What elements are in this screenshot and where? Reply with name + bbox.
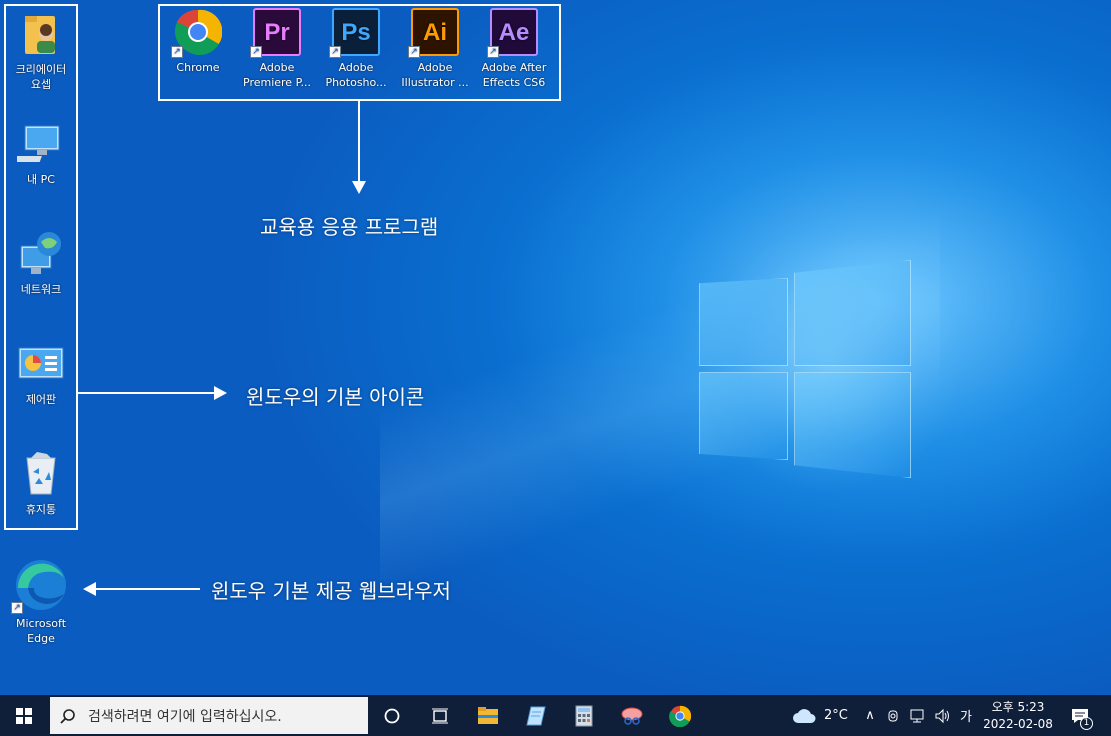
network-tray-icon[interactable]	[910, 708, 926, 724]
shortcut-arrow-icon: ↗	[487, 46, 499, 58]
desktop-icon-label: Chrome	[176, 61, 220, 74]
annotation-arrow-right-head	[214, 386, 227, 400]
desktop-icon-recycle-bin[interactable]: 휴지통	[2, 450, 80, 517]
desktop-icon-after-effects[interactable]: Ae ↗ Adobe After Effects CS6	[475, 8, 553, 90]
desktop-icon-label: 휴지통	[25, 503, 57, 516]
desktop-icon-label: Adobe Premiere P...	[243, 61, 311, 89]
desktop-icon-user-folder[interactable]: 크리에이터 요셉	[2, 10, 80, 92]
windows-logo-pane-bl	[699, 372, 788, 460]
action-center-button[interactable]: 1	[1066, 695, 1094, 736]
desktop-icon-chrome[interactable]: ↗ Chrome	[159, 8, 237, 75]
illustrator-icon: Ai ↗	[408, 8, 459, 58]
desktop-icon-control-panel[interactable]: 제어판	[2, 340, 80, 407]
desktop-icon-edge[interactable]: ↗ Microsoft Edge	[2, 558, 80, 646]
annotation-edu-programs: 교육용 응용 프로그램	[260, 215, 439, 239]
calculator-icon	[575, 705, 593, 726]
chevron-up-icon[interactable]: ∧	[862, 708, 878, 723]
taskbar-notepad[interactable]	[512, 695, 560, 736]
desktop-icon-label: 네트워크	[20, 283, 62, 296]
meet-now-icon[interactable]	[886, 708, 902, 724]
desktop-icon-network[interactable]: 네트워크	[2, 230, 80, 297]
desktop-icon-label: 크리에이터 요셉	[15, 63, 67, 91]
network-icon	[17, 230, 65, 278]
shortcut-arrow-icon: ↗	[171, 46, 183, 58]
notification-badge: 1	[1080, 717, 1093, 730]
clock-time: 오후 5:23	[991, 699, 1045, 714]
desktop-icon-label: Microsoft Edge	[15, 617, 67, 645]
volume-icon[interactable]	[934, 708, 952, 724]
taskbar-chrome[interactable]	[656, 695, 704, 736]
premiere-icon: Pr ↗	[250, 8, 301, 58]
clock-date: 2022-02-08	[983, 716, 1053, 731]
desktop-icon-photoshop[interactable]: Ps ↗ Adobe Photosho...	[317, 8, 395, 90]
taskbar: 검색하려면 여기에 입력하십시오. 2°C ∧ 가 오후 5:23 2022-0…	[0, 695, 1111, 736]
start-button[interactable]	[0, 695, 48, 736]
desktop-icon-label: Adobe Illustrator ...	[401, 61, 469, 89]
recycle-bin-icon	[17, 450, 65, 498]
windows-logo-pane-tr	[794, 260, 911, 366]
shortcut-arrow-icon: ↗	[329, 46, 341, 58]
photoshop-icon: Ps ↗	[329, 8, 380, 58]
desktop-icon-my-pc[interactable]: 내 PC	[2, 120, 80, 187]
file-explorer-icon	[478, 706, 498, 724]
annotation-arrow-down-line	[358, 101, 360, 183]
shortcut-arrow-icon: ↗	[408, 46, 420, 58]
cloud-icon	[793, 708, 816, 723]
taskbar-file-explorer[interactable]	[464, 695, 512, 736]
snipping-tool-icon	[621, 707, 643, 725]
user-folder-icon	[17, 10, 65, 58]
shortcut-arrow-icon: ↗	[11, 602, 23, 614]
chrome-taskbar-icon	[669, 705, 691, 727]
shortcut-arrow-icon: ↗	[250, 46, 262, 58]
desktop: 크리에이터 요셉 내 PC 네트워크 제어판 휴지통 ↗ Chrome Pr ↗…	[0, 0, 1111, 695]
chrome-icon: ↗	[171, 8, 223, 58]
annotation-basic-icons: 윈도우의 기본 아이콘	[246, 385, 425, 409]
computer-icon	[5, 120, 65, 168]
clock[interactable]: 오후 5:23 2022-02-08	[980, 695, 1056, 736]
desktop-icon-premiere[interactable]: Pr ↗ Adobe Premiere P...	[238, 8, 316, 90]
task-view-button[interactable]	[416, 695, 464, 736]
taskbar-search-box[interactable]: 검색하려면 여기에 입력하십시오.	[50, 697, 368, 734]
desktop-icon-label: Adobe After Effects CS6	[481, 61, 547, 89]
cortana-button[interactable]	[368, 695, 416, 736]
desktop-icon-label: 내 PC	[27, 173, 55, 186]
search-placeholder: 검색하려면 여기에 입력하십시오.	[88, 708, 282, 725]
annotation-arrow-left-line	[94, 588, 200, 590]
desktop-icon-label: 제어판	[25, 393, 57, 406]
annotation-arrow-right-line	[78, 392, 216, 394]
edge-icon: ↗	[11, 558, 68, 614]
system-tray: ∧ 가	[862, 695, 972, 736]
taskbar-snipping-tool[interactable]	[608, 695, 656, 736]
desktop-icon-illustrator[interactable]: Ai ↗ Adobe Illustrator ...	[396, 8, 474, 90]
search-icon	[60, 708, 75, 724]
task-view-icon	[432, 708, 448, 723]
cortana-circle-icon	[384, 708, 400, 723]
weather-widget[interactable]: 2°C	[792, 695, 848, 736]
weather-temp: 2°C	[824, 708, 848, 723]
after-effects-icon: Ae ↗	[487, 8, 538, 58]
notepad-icon	[526, 706, 546, 725]
windows-start-icon	[16, 707, 32, 724]
windows-logo-pane-br	[794, 372, 911, 478]
windows-logo-pane-tl	[699, 278, 788, 366]
control-panel-icon	[17, 340, 65, 388]
annotation-browser: 윈도우 기본 제공 웹브라우저	[211, 579, 451, 603]
desktop-icon-label: Adobe Photosho...	[325, 61, 387, 89]
annotation-arrow-down-head	[352, 181, 366, 194]
taskbar-calculator[interactable]	[560, 695, 608, 736]
ime-indicator[interactable]: 가	[960, 706, 972, 725]
